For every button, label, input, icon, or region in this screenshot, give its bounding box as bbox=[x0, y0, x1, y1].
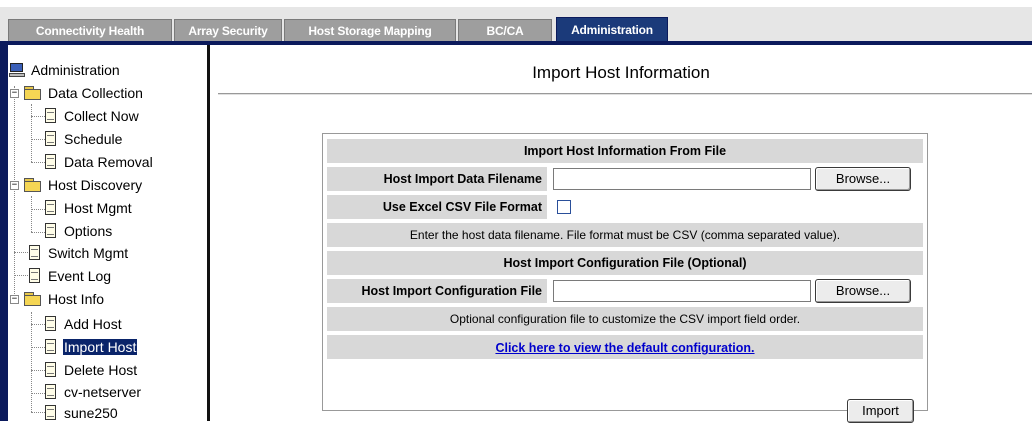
sidebar-item-host-mgmt[interactable]: Host Mgmt bbox=[44, 197, 133, 217]
view-default-config-link[interactable]: Click here to view the default configura… bbox=[495, 341, 754, 355]
document-icon bbox=[44, 108, 58, 124]
document-icon bbox=[44, 384, 58, 400]
sidebar-item-data-collection[interactable]: Data Collection bbox=[24, 82, 144, 102]
tab-bar: Connectivity Health Array Security Host … bbox=[0, 0, 1032, 45]
sidebar-item-data-removal[interactable]: Data Removal bbox=[44, 151, 154, 171]
tab-bc-ca[interactable]: BC/CA bbox=[458, 19, 552, 41]
document-icon bbox=[44, 339, 58, 355]
sidebar-item-options[interactable]: Options bbox=[44, 220, 113, 240]
tab-connectivity-health[interactable]: Connectivity Health bbox=[8, 19, 172, 41]
document-icon bbox=[44, 223, 58, 239]
sidebar-item-sune250[interactable]: sune250 bbox=[44, 402, 119, 422]
sidebar-item-cv-netserver[interactable]: cv-netserver bbox=[44, 381, 142, 401]
document-icon bbox=[28, 268, 42, 284]
filename-label: Host Import Data Filename bbox=[327, 167, 547, 191]
config-file-input[interactable] bbox=[553, 280, 811, 302]
collapse-host-info-icon[interactable]: − bbox=[10, 295, 19, 304]
document-icon bbox=[44, 200, 58, 216]
tab-array-security[interactable]: Array Security bbox=[174, 19, 282, 41]
document-icon bbox=[44, 405, 58, 421]
sidebar-item-schedule[interactable]: Schedule bbox=[44, 128, 123, 148]
main-content: Import Host Information Import Host Info… bbox=[210, 45, 1032, 423]
sidebar-item-add-host[interactable]: Add Host bbox=[44, 313, 123, 333]
document-icon bbox=[44, 154, 58, 170]
csv-format-row: Use Excel CSV File Format bbox=[327, 195, 923, 219]
sidebar-item-host-discovery[interactable]: Host Discovery bbox=[24, 174, 143, 194]
import-button[interactable]: Import bbox=[847, 399, 914, 423]
import-form: Import Host Information From File Host I… bbox=[322, 133, 928, 411]
sidebar-item-switch-mgmt[interactable]: Switch Mgmt bbox=[28, 242, 129, 262]
document-icon bbox=[44, 362, 58, 378]
sidebar-item-import-host[interactable]: Import Host bbox=[44, 336, 138, 356]
browse-data-file-button[interactable]: Browse... bbox=[815, 167, 911, 191]
section-header-import-file: Import Host Information From File bbox=[327, 139, 923, 163]
section-header-config-file: Host Import Configuration File (Optional… bbox=[327, 251, 923, 275]
folder-open-icon bbox=[24, 178, 42, 193]
filename-input[interactable] bbox=[553, 168, 811, 190]
document-icon bbox=[28, 245, 42, 261]
sidebar-item-delete-host[interactable]: Delete Host bbox=[44, 359, 138, 379]
sidebar-edge bbox=[0, 45, 8, 421]
default-config-link-row: Click here to view the default configura… bbox=[327, 335, 923, 359]
sidebar-root-administration[interactable]: Administration bbox=[9, 59, 121, 79]
title-divider bbox=[218, 93, 1032, 95]
computer-icon bbox=[9, 63, 25, 78]
folder-open-icon bbox=[24, 86, 42, 101]
filename-hint: Enter the host data filename. File forma… bbox=[327, 223, 923, 247]
config-file-hint: Optional configuration file to customize… bbox=[327, 307, 923, 331]
collapse-host-discovery-icon[interactable]: − bbox=[10, 181, 19, 190]
collapse-data-collection-icon[interactable]: − bbox=[10, 89, 19, 98]
browse-config-file-button[interactable]: Browse... bbox=[815, 279, 911, 303]
document-icon bbox=[44, 131, 58, 147]
config-file-label: Host Import Configuration File bbox=[327, 279, 547, 303]
document-icon bbox=[44, 316, 58, 332]
sidebar-item-collect-now[interactable]: Collect Now bbox=[44, 105, 140, 125]
config-file-row: Host Import Configuration File Browse... bbox=[327, 279, 923, 303]
tab-host-storage-mapping[interactable]: Host Storage Mapping bbox=[284, 19, 456, 41]
sidebar-item-event-log[interactable]: Event Log bbox=[28, 265, 112, 285]
tab-bar-top bbox=[0, 0, 1032, 7]
page-title: Import Host Information bbox=[532, 63, 710, 82]
csv-format-label: Use Excel CSV File Format bbox=[327, 195, 547, 219]
sidebar-item-host-info[interactable]: Host Info bbox=[24, 288, 105, 308]
folder-open-icon bbox=[24, 292, 42, 307]
tab-administration[interactable]: Administration bbox=[556, 17, 668, 41]
csv-format-checkbox[interactable] bbox=[557, 200, 571, 214]
filename-row: Host Import Data Filename Browse... bbox=[327, 167, 923, 191]
